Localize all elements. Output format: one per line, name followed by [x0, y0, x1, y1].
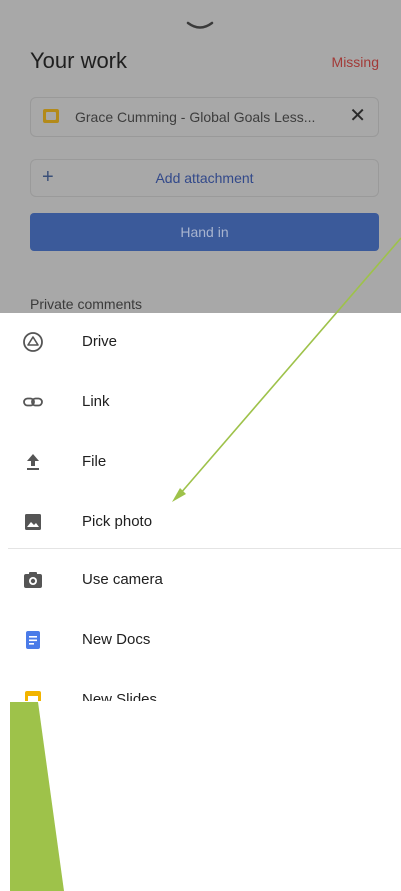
annotation-shape: [10, 702, 64, 891]
